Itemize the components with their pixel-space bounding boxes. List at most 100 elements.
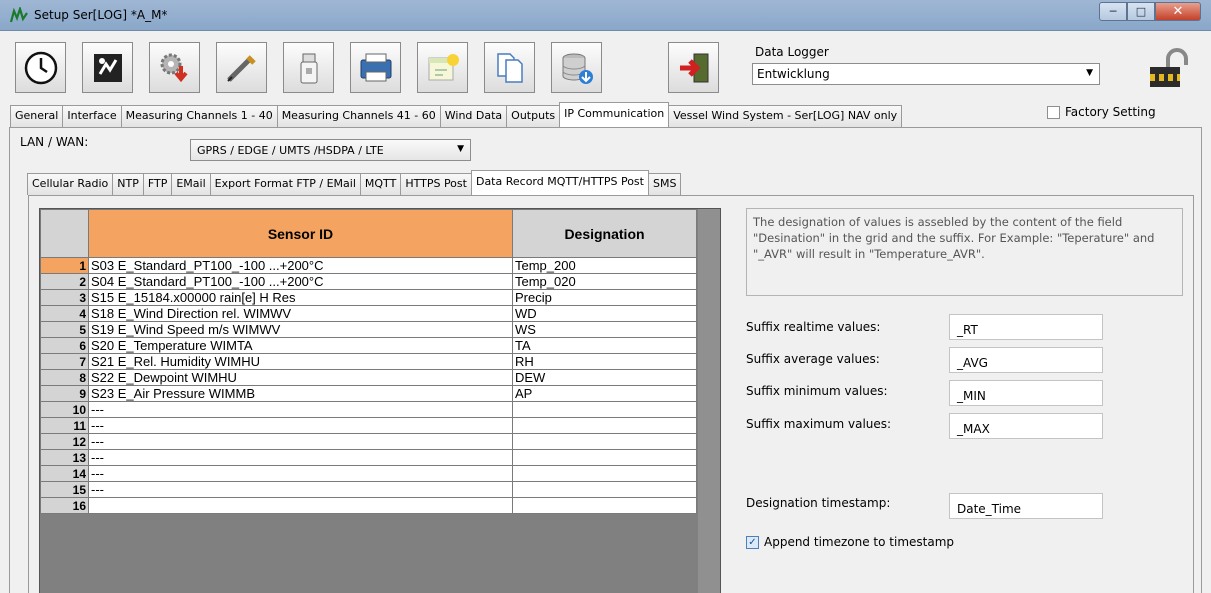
designation-cell[interactable]: TA [512,337,697,354]
table-row[interactable]: 1 S03 E_Standard_PT100_-100 ...+200°C Temp… [40,257,697,274]
designation-cell[interactable] [512,465,697,482]
tab-vessel-wind-system[interactable]: Vessel Wind System - Ser[LOG] NAV only [668,105,903,127]
close-button[interactable]: ✕ [1155,2,1201,21]
tab-outputs[interactable]: Outputs [506,105,561,127]
unlocked-padlock-icon[interactable] [1148,47,1190,91]
sensor-id-cell[interactable]: --- [88,433,513,450]
table-row[interactable]: 14 --- [40,465,697,482]
designation-cell[interactable]: RH [512,353,697,370]
tab-cellular-radio[interactable]: Cellular Radio [27,173,114,195]
designation-cell[interactable]: AP [512,385,697,402]
tab-mqtt[interactable]: MQTT [359,173,402,195]
row-number[interactable]: 11 [40,417,89,434]
sensor-id-cell[interactable]: S22 E_Dewpoint WIMHU [88,369,513,386]
exit-button[interactable] [668,42,719,93]
sensor-id-cell[interactable]: --- [88,401,513,418]
copy-button[interactable] [484,42,535,93]
row-number[interactable]: 3 [40,289,89,306]
maximize-button[interactable]: □ [1127,2,1155,21]
designation-cell[interactable]: Temp_200 [512,257,697,274]
row-number[interactable]: 7 [40,353,89,370]
check-icon[interactable]: ✓ [746,535,759,549]
tab-ip-communication[interactable]: IP Communication [559,102,670,127]
append-timezone-checkbox[interactable]: ✓ Append timezone to timestamp [746,535,954,549]
designation-cell[interactable]: DEW [512,369,697,386]
table-row[interactable]: 7 S21 E_Rel. Humidity WIMHU RH [40,353,697,370]
sensor-id-cell[interactable]: S03 E_Standard_PT100_-100 ...+200°C [88,257,513,274]
row-number[interactable]: 13 [40,449,89,466]
row-number[interactable]: 9 [40,385,89,402]
sensor-id-cell[interactable]: S20 E_Temperature WIMTA [88,337,513,354]
tab-interface[interactable]: Interface [62,105,122,127]
suffix-realtime-input[interactable]: _RT [949,314,1103,340]
table-row[interactable]: 9 S23 E_Air Pressure WIMMB AP [40,385,697,402]
tab-general[interactable]: General [10,105,64,127]
tab-data-record[interactable]: Data Record MQTT/HTTPS Post [470,170,649,195]
row-number[interactable]: 15 [40,481,89,498]
config-button[interactable] [82,42,133,93]
table-row[interactable]: 2 S04 E_Standard_PT100_-100 ...+200°C Temp… [40,273,697,290]
designation-cell[interactable]: Precip [512,289,697,306]
row-number[interactable]: 10 [40,401,89,418]
database-button[interactable] [551,42,602,93]
sensor-id-cell[interactable]: S15 E_15184.x00000 rain[e] H Res [88,289,513,306]
tab-ftp[interactable]: FTP [142,173,173,195]
sensor-id-cell[interactable]: --- [88,417,513,434]
sensor-grid[interactable]: Sensor ID Designation 1 S03 E_Standard_PT… [39,208,721,593]
gear-download-button[interactable] [149,42,200,93]
table-row[interactable]: 12 --- [40,433,697,450]
sensor-id-cell[interactable]: --- [88,481,513,498]
designation-cell[interactable]: WS [512,321,697,338]
table-row[interactable]: 8 S22 E_Dewpoint WIMHU DEW [40,369,697,386]
table-row[interactable]: 3 S15 E_15184.x00000 rain[e] H Res Precip [40,289,697,306]
sensor-id-cell[interactable]: S19 E_Wind Speed m/s WIMWV [88,321,513,338]
table-row[interactable]: 11 --- [40,417,697,434]
sensor-id-cell[interactable]: --- [88,449,513,466]
tab-https-post[interactable]: HTTPS Post [400,173,472,195]
designation-cell[interactable] [512,481,697,498]
probe-button[interactable] [216,42,267,93]
table-row[interactable]: 15 --- [40,481,697,498]
row-number[interactable]: 6 [40,337,89,354]
designation-cell[interactable] [512,433,697,450]
minimize-button[interactable]: ─ [1099,2,1127,21]
row-number[interactable]: 12 [40,433,89,450]
tab-measuring-channels-1-40[interactable]: Measuring Channels 1 - 40 [120,105,278,127]
checkbox-box[interactable] [1047,105,1060,119]
sensor-id-header[interactable]: Sensor ID [88,209,513,258]
factory-setting-checkbox[interactable]: Factory Setting [1047,105,1156,119]
tab-sms[interactable]: SMS [647,173,682,195]
suffix-minimum-input[interactable]: _MIN [949,380,1103,406]
tab-ntp[interactable]: NTP [112,173,144,195]
designation-cell[interactable] [512,417,697,434]
suffix-average-input[interactable]: _AVG [949,347,1103,373]
row-number[interactable]: 16 [40,497,89,514]
sensor-id-cell[interactable]: --- [88,465,513,482]
tab-wind-data[interactable]: Wind Data [439,105,508,127]
table-row[interactable]: 10 --- [40,401,697,418]
table-row[interactable]: 13 --- [40,449,697,466]
table-row[interactable]: 5 S19 E_Wind Speed m/s WIMWV WS [40,321,697,338]
sensor-id-cell[interactable]: S18 E_Wind Direction rel. WIMWV [88,305,513,322]
designation-cell[interactable] [512,449,697,466]
designation-cell[interactable]: WD [512,305,697,322]
schedule-button[interactable] [417,42,468,93]
suffix-maximum-input[interactable]: _MAX [949,413,1103,439]
clock-button[interactable] [15,42,66,93]
tab-measuring-channels-41-60[interactable]: Measuring Channels 41 - 60 [276,105,441,127]
tab-email[interactable]: EMail [171,173,211,195]
table-row[interactable]: 4 S18 E_Wind Direction rel. WIMWV WD [40,305,697,322]
row-number[interactable]: 4 [40,305,89,322]
designation-header[interactable]: Designation [512,209,697,258]
sensor-id-cell[interactable] [88,497,513,514]
row-number[interactable]: 5 [40,321,89,338]
row-number[interactable]: 8 [40,369,89,386]
lan-wan-select[interactable]: GPRS / EDGE / UMTS /HSDPA / LTE ▼ [190,139,471,161]
sensor-id-cell[interactable]: S04 E_Standard_PT100_-100 ...+200°C [88,273,513,290]
printer-button[interactable] [350,42,401,93]
usb-stick-button[interactable] [283,42,334,93]
row-number[interactable]: 14 [40,465,89,482]
designation-cell[interactable] [512,401,697,418]
timestamp-input[interactable]: Date_Time [949,493,1103,519]
tab-export-format[interactable]: Export Format FTP / EMail [209,173,361,195]
